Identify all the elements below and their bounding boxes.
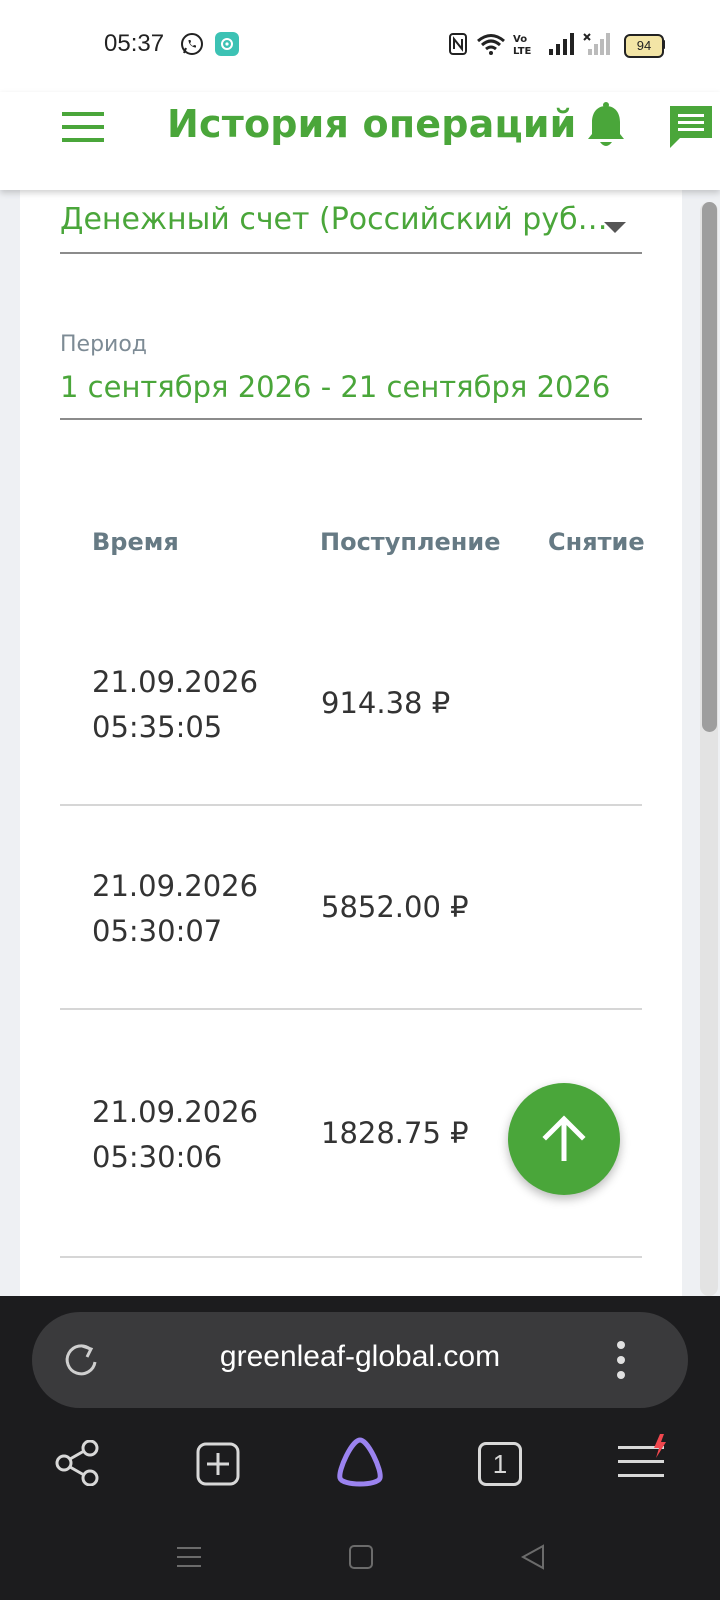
period-value: 1 сентября 2026 - 21 сентября 2026 — [60, 370, 611, 404]
battery-level: 94 — [636, 38, 652, 53]
row-income: 914.38 ₽ — [321, 686, 451, 720]
app-notification-icon — [215, 32, 239, 56]
new-tab-icon[interactable] — [196, 1442, 240, 1486]
column-header-withdrawal: Снятие — [548, 528, 645, 556]
battery-tip — [662, 40, 665, 49]
share-icon[interactable] — [54, 1440, 100, 1486]
tabs-icon[interactable]: 1 — [478, 1442, 522, 1486]
more-vertical-icon[interactable] — [616, 1340, 626, 1380]
column-header-income: Поступление — [320, 528, 501, 556]
svg-text:LTE: LTE — [513, 46, 532, 56]
menu-icon[interactable] — [62, 110, 104, 144]
signal-no-service-icon — [583, 33, 610, 55]
svg-text:Vo: Vo — [513, 34, 527, 45]
page-title: История операций — [167, 102, 577, 146]
alice-assistant-icon[interactable] — [334, 1436, 386, 1488]
system-back-icon[interactable] — [520, 1544, 546, 1570]
url-text[interactable]: greenleaf-global.com — [32, 1340, 688, 1374]
volte-icon: Vo LTE — [513, 34, 532, 56]
system-home-icon[interactable] — [348, 1544, 374, 1570]
dropdown-arrow-icon — [604, 222, 626, 233]
chat-icon[interactable] — [668, 104, 714, 150]
scrollbar-thumb[interactable] — [702, 202, 717, 732]
row-time: 05:30:06 — [92, 1140, 223, 1174]
whatsapp-icon — [181, 33, 203, 55]
system-recents-icon[interactable] — [176, 1544, 202, 1570]
app-header: История операций — [0, 92, 720, 190]
row-income: 5852.00 ₽ — [321, 890, 469, 924]
table-row-datetime: 21.09.2026 05:30:06 — [92, 1090, 258, 1180]
row-date: 21.09.2026 — [92, 869, 259, 903]
period-label: Период — [60, 332, 148, 357]
row-divider — [60, 804, 642, 806]
signal-icon — [549, 33, 574, 55]
period-field[interactable]: 1 сентября 2026 - 21 сентября 2026 — [60, 366, 642, 420]
account-select[interactable]: Денежный счет (Российский руб… — [60, 200, 642, 254]
browser-menu-icon[interactable] — [616, 1432, 672, 1484]
row-time: 05:30:07 — [92, 914, 223, 948]
address-bar[interactable]: greenleaf-global.com — [32, 1312, 688, 1408]
status-time: 05:37 — [104, 30, 165, 57]
nfc-icon — [449, 33, 467, 55]
battery-icon: 94 — [624, 34, 664, 58]
wifi-icon — [477, 34, 505, 55]
row-income: 1828.75 ₽ — [321, 1116, 469, 1150]
row-divider — [60, 1256, 642, 1258]
status-bar: 05:37 Vo LTE 94 — [0, 0, 720, 92]
row-divider — [60, 1008, 642, 1010]
account-select-value: Денежный счет (Российский руб… — [60, 202, 608, 237]
tab-count: 1 — [492, 1449, 508, 1479]
column-header-time: Время — [92, 528, 179, 556]
arrow-up-icon — [542, 1115, 586, 1161]
scroll-to-top-button[interactable] — [508, 1083, 620, 1195]
row-date: 21.09.2026 — [92, 1095, 259, 1129]
row-date: 21.09.2026 — [92, 665, 259, 699]
row-time: 05:35:05 — [92, 710, 223, 744]
table-row-datetime: 21.09.2026 05:30:07 — [92, 864, 258, 954]
table-row-datetime: 21.09.2026 05:35:05 — [92, 660, 258, 750]
bell-icon[interactable] — [586, 102, 626, 150]
